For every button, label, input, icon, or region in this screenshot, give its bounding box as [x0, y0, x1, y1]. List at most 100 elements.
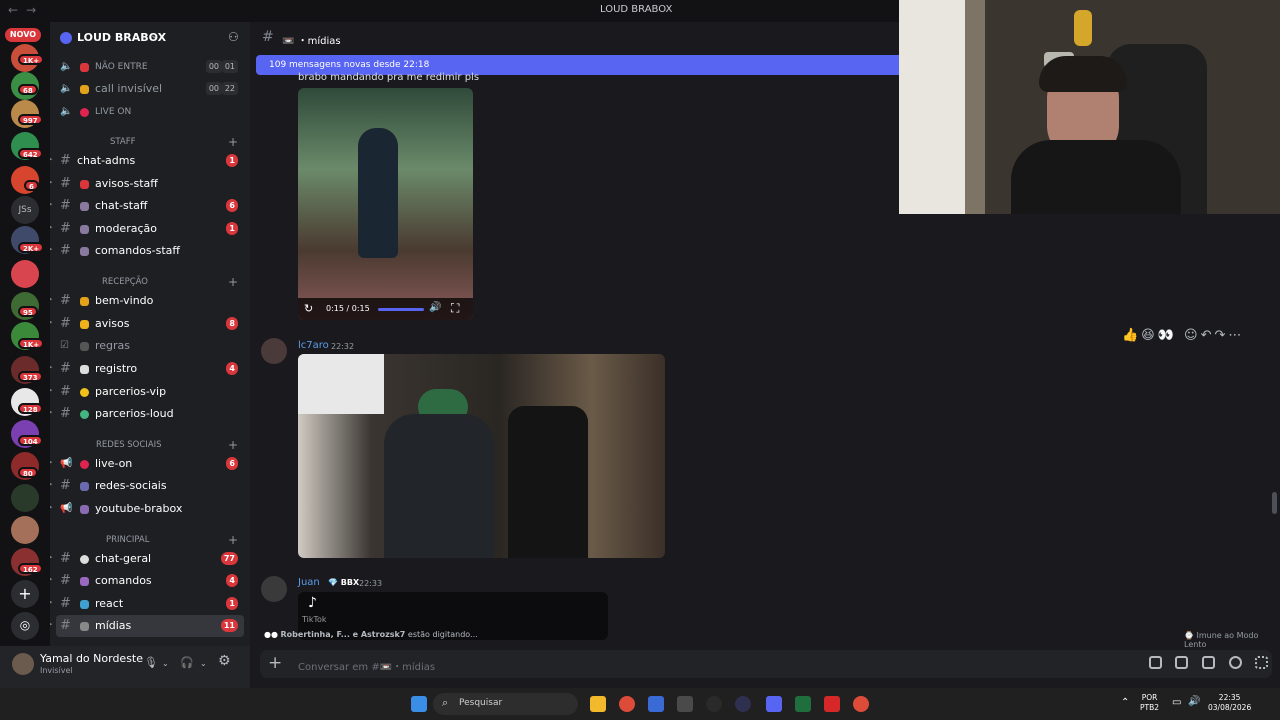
message-time: 22:32: [331, 342, 355, 351]
channel-item[interactable]: ▶#moderação1: [50, 218, 250, 240]
server-badge: 642: [18, 148, 43, 159]
voice-channel[interactable]: 🔈 call invisível 00 22: [50, 78, 250, 100]
avatar[interactable]: [261, 576, 287, 602]
video-progress[interactable]: [378, 308, 424, 311]
server-rail: NOVO 1K+ 68 997 642 6 JSs 2K+ 95 1K+ 373…: [0, 22, 50, 646]
channel-item[interactable]: ▶#registro4: [50, 358, 250, 380]
language-indicator[interactable]: POR PTB2: [1140, 693, 1159, 713]
volume-icon[interactable]: 🔊: [429, 302, 441, 313]
channel-item[interactable]: ▶#react1: [50, 593, 250, 615]
streamer: [384, 414, 494, 558]
folder-icon[interactable]: [590, 696, 606, 712]
gif-icon[interactable]: [1175, 656, 1188, 669]
slow-mode-label: ⌚ Imune ao Modo Lento: [1184, 631, 1259, 649]
add-channel-icon[interactable]: +: [228, 275, 238, 289]
channel-item[interactable]: ▶#parcerios-loud: [50, 403, 250, 425]
add-attachment-icon[interactable]: +: [268, 653, 282, 673]
search-icon: ⌕: [442, 696, 449, 709]
typing-indicator: ●● Robertinha, F... e Astrozsk7 estão di…: [264, 630, 478, 639]
role-tag: 💎 BBX: [328, 578, 360, 587]
server-icon[interactable]: [11, 484, 39, 512]
novo-badge[interactable]: NOVO: [5, 28, 41, 42]
nav-arrows[interactable]: ←→: [8, 3, 44, 17]
category-principal[interactable]: PRINCIPAL +: [58, 533, 244, 549]
sticker-icon[interactable]: [1202, 656, 1215, 669]
channel-item[interactable]: ▶#redes-sociais: [50, 475, 250, 497]
channel-item[interactable]: ▶#comandos4: [50, 570, 250, 592]
hoodie: [1011, 140, 1181, 214]
server-icon[interactable]: [11, 516, 39, 544]
channel-item[interactable]: ▶#avisos8: [50, 313, 250, 335]
channel-item[interactable]: ▶📢live-on6: [50, 453, 250, 475]
channel-item[interactable]: ☑ regras: [50, 335, 250, 357]
app-icon[interactable]: [677, 696, 693, 712]
channel-item[interactable]: ▶📢youtube-brabox: [50, 498, 250, 520]
message-author[interactable]: Juan: [298, 577, 320, 588]
message-composer[interactable]: + Conversar em #📼・mídias: [260, 650, 1272, 678]
channel-item[interactable]: ▶#chat-staff6: [50, 195, 250, 217]
microphone-icon[interactable]: 🎙: [144, 656, 158, 669]
avatar[interactable]: [12, 653, 34, 675]
fullscreen-icon[interactable]: ⛶: [451, 301, 459, 316]
terminal-icon[interactable]: [795, 696, 811, 712]
add-server-icon[interactable]: +: [11, 580, 39, 608]
trophy: [1074, 10, 1092, 46]
channel-sidebar: LOUD BRABOX ⌄ ⚇ 🔈 NÃO ENTRE 00 01 🔈 call…: [50, 22, 250, 646]
add-channel-icon[interactable]: +: [228, 533, 238, 547]
scrollbar[interactable]: [1272, 492, 1277, 514]
replay-icon[interactable]: ↻: [304, 302, 313, 315]
server-badge: 1K+: [18, 54, 45, 65]
clock[interactable]: 22:35 03/08/2026: [1208, 693, 1251, 713]
category-recepcao[interactable]: RECEPÇÃO +: [58, 275, 244, 291]
category-redes[interactable]: REDES SOCIAIS +: [58, 438, 244, 454]
user-name: Yamal do Nordeste: [40, 652, 144, 665]
guild-header[interactable]: LOUD BRABOX ⌄ ⚇: [50, 22, 250, 52]
video-attachment[interactable]: ↻ 0:15 / 0:15 🔊 ⛶: [298, 88, 473, 320]
speaker-icon: 🔈: [60, 61, 73, 72]
speaker-icon: 🔈: [60, 106, 73, 117]
gear-icon[interactable]: ⚙: [218, 653, 231, 669]
image-attachment[interactable]: [298, 354, 665, 558]
network-icon[interactable]: ▭: [1172, 697, 1181, 708]
channel-item[interactable]: ▶#bem-vindo: [50, 290, 250, 312]
channel-item[interactable]: ▶#parcerios-vip: [50, 381, 250, 403]
explore-icon[interactable]: ◎: [11, 612, 39, 640]
chevron-down-icon[interactable]: ⌄: [162, 659, 169, 668]
avatar[interactable]: [261, 338, 287, 364]
channel-title: 📼 ・mídias: [282, 36, 341, 47]
channel-item[interactable]: ▶#chat-adms1: [50, 150, 250, 172]
app-icon[interactable]: [735, 696, 751, 712]
chevron-up-icon[interactable]: ⌃: [1121, 697, 1129, 708]
emoji-icon[interactable]: [1229, 656, 1242, 669]
channel-emoji-icon: [80, 85, 89, 94]
obs-icon[interactable]: [706, 696, 722, 712]
channel-item[interactable]: ▶#chat-geral77: [50, 548, 250, 570]
chrome-icon[interactable]: [853, 696, 869, 712]
add-channel-icon[interactable]: +: [228, 438, 238, 452]
windows-start-icon[interactable]: [411, 696, 427, 712]
volume-icon[interactable]: 🔊: [1188, 696, 1200, 707]
discord-icon[interactable]: [766, 696, 782, 712]
gift-icon[interactable]: [1149, 656, 1162, 669]
category-staff[interactable]: STAFF +: [58, 135, 244, 151]
chevron-down-icon[interactable]: ⌄: [200, 659, 207, 668]
voice-channel[interactable]: 🔈 NÃO ENTRE 00 01: [50, 56, 250, 78]
app-icon[interactable]: [824, 696, 840, 712]
channel-item-active[interactable]: ▶#mídias11: [50, 615, 244, 637]
message-input[interactable]: Conversar em #📼・mídias: [298, 658, 435, 673]
channel-item[interactable]: ▶#avisos-staff: [50, 173, 250, 195]
headphones-icon[interactable]: 🎧: [180, 656, 194, 669]
add-channel-icon[interactable]: +: [228, 135, 238, 149]
channel-item[interactable]: ▶#comandos-staff: [50, 240, 250, 262]
server-icon-text[interactable]: JSs: [11, 196, 39, 224]
chrome-icon[interactable]: [619, 696, 635, 712]
voice-channel[interactable]: 🔈 LIVE ON: [50, 101, 250, 123]
add-member-icon[interactable]: ⚇: [228, 30, 239, 44]
message-author[interactable]: lc7aro: [298, 340, 329, 351]
message-actions[interactable]: 👍😆👀 ☺↶↷⋯: [1122, 328, 1244, 343]
video-person: [358, 128, 398, 258]
apps-icon[interactable]: [1255, 656, 1268, 669]
server-icon[interactable]: [11, 260, 39, 288]
app-icon[interactable]: [648, 696, 664, 712]
taskbar-search[interactable]: ⌕ Pesquisar: [433, 693, 578, 715]
